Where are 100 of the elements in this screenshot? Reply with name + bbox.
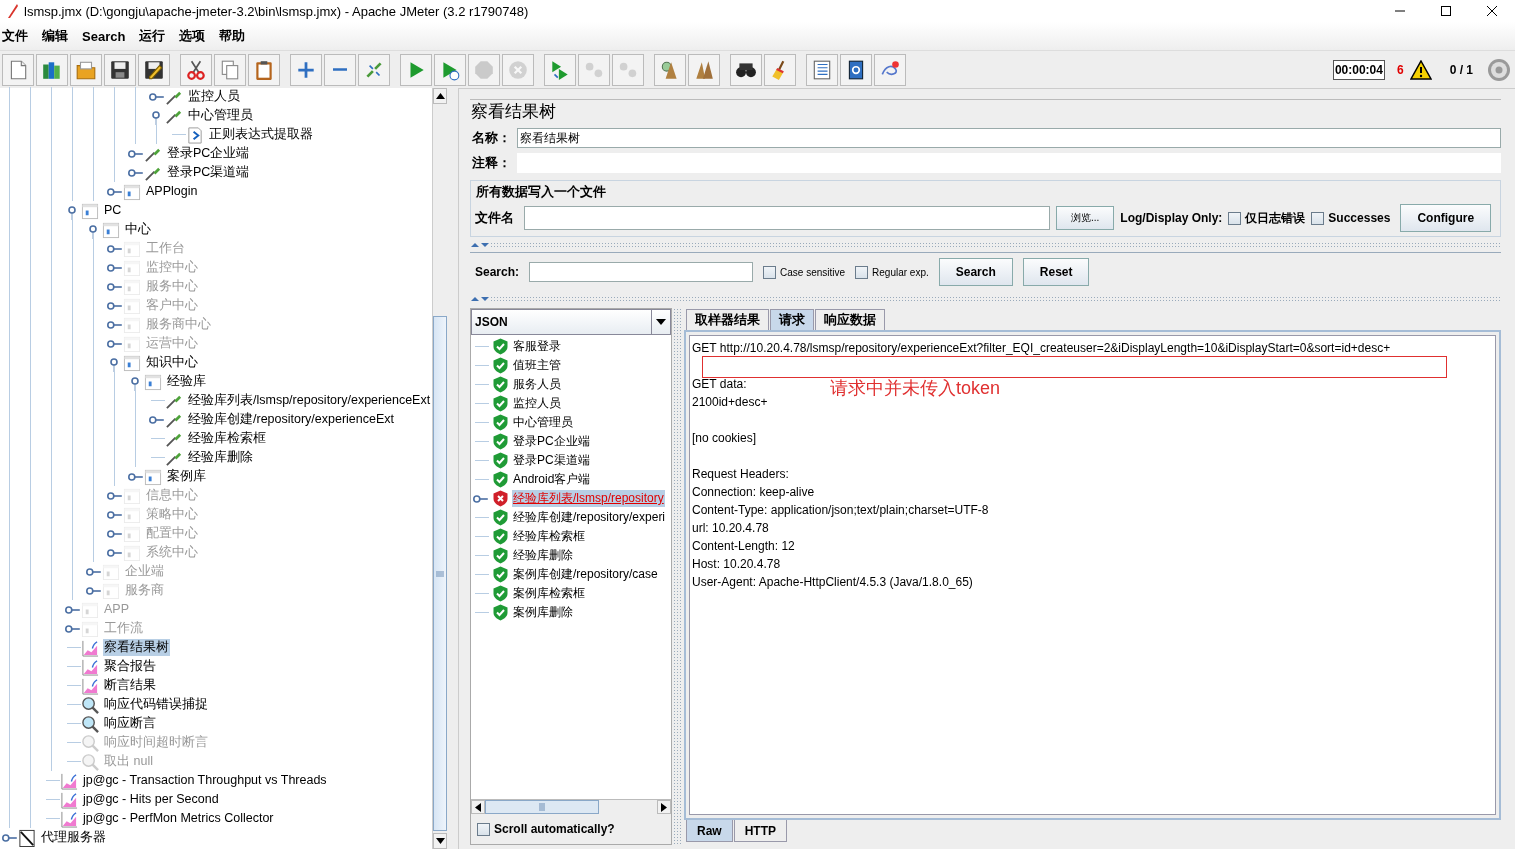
- result-item[interactable]: 登录PC渠道端: [512, 452, 591, 469]
- menu-item[interactable]: 文件: [2, 27, 28, 45]
- collapsed-handle-icon[interactable]: [107, 187, 122, 196]
- result-item[interactable]: 登录PC企业端: [512, 433, 591, 450]
- search-button[interactable]: Search: [938, 258, 1013, 286]
- filename-field[interactable]: [524, 206, 1050, 230]
- tree-item[interactable]: PC: [103, 202, 123, 219]
- result-item[interactable]: 经验库检索框: [512, 528, 586, 545]
- text-line: url: 10.20.4.78: [692, 520, 769, 537]
- tree-item[interactable]: 中心管理员: [187, 107, 254, 124]
- tree-item[interactable]: 经验库删除: [187, 449, 254, 466]
- expanded-handle-icon[interactable]: [68, 206, 76, 220]
- collapsed-handle-icon[interactable]: [128, 168, 143, 177]
- paste-button[interactable]: [248, 53, 280, 86]
- tree-item[interactable]: APPlogin: [145, 183, 199, 200]
- templates-button[interactable]: [36, 53, 68, 86]
- collapsed-handle-icon[interactable]: [128, 149, 143, 158]
- tree-item[interactable]: jp@gc - PerfMon Metrics Collector: [82, 810, 275, 827]
- tree-item[interactable]: jp@gc - Hits per Second: [82, 791, 220, 808]
- result-item[interactable]: 客服登录: [512, 338, 562, 355]
- tree-item[interactable]: jp@gc - Transaction Throughput vs Threads: [82, 772, 328, 789]
- expanded-handle-icon[interactable]: [89, 225, 97, 239]
- result-item[interactable]: 服务人员: [512, 376, 562, 393]
- cut-button[interactable]: [180, 53, 212, 86]
- collapsed-handle-icon[interactable]: [473, 494, 488, 503]
- toggle-button[interactable]: [358, 53, 390, 86]
- start-no-pauses-button[interactable]: [434, 53, 466, 86]
- result-item[interactable]: 案例库创建/repository/case: [512, 566, 659, 583]
- menu-item[interactable]: 帮助: [219, 27, 246, 45]
- expanded-handle-icon[interactable]: [152, 111, 160, 125]
- tree-item[interactable]: 经验库检索框: [187, 430, 267, 447]
- menu-item[interactable]: 选项: [179, 27, 206, 45]
- tree-item[interactable]: 经验库列表/lsmsp/repository/experienceExt: [187, 392, 432, 409]
- configure-button[interactable]: Configure: [1400, 204, 1492, 232]
- tree-item[interactable]: 监控人员: [187, 88, 241, 105]
- tab[interactable]: 响应数据: [815, 309, 885, 330]
- new-button[interactable]: [2, 53, 34, 86]
- result-item[interactable]: 经验库删除: [512, 547, 574, 564]
- expanded-handle-icon[interactable]: [110, 358, 118, 372]
- collapsed-handle-icon[interactable]: [128, 472, 143, 481]
- start-button[interactable]: [400, 53, 432, 86]
- result-item[interactable]: 经验库创建/repository/experi: [512, 509, 667, 526]
- tree-item[interactable]: 登录PC渠道端: [166, 164, 251, 181]
- tree-item[interactable]: 案例库: [166, 468, 207, 485]
- collapse-button[interactable]: [324, 53, 356, 86]
- tab[interactable]: 取样器结果: [686, 309, 769, 330]
- expanded-handle-icon[interactable]: [131, 377, 139, 391]
- tree-item[interactable]: 响应代码错误捕捉: [103, 696, 209, 713]
- scroll-thumb[interactable]: [433, 316, 447, 831]
- checkbox[interactable]: [1228, 211, 1242, 225]
- tree-item[interactable]: 察看结果树: [103, 639, 170, 656]
- result-item[interactable]: 案例库检索框: [512, 585, 586, 602]
- renderer-dropdown[interactable]: JSON: [471, 309, 671, 335]
- tree-item[interactable]: 知识中心: [145, 354, 199, 371]
- clear-all-button[interactable]: [688, 53, 720, 86]
- menu-item[interactable]: Search: [82, 28, 126, 44]
- collapsed-handle-icon[interactable]: [149, 415, 164, 424]
- reset-button[interactable]: Reset: [1022, 258, 1090, 286]
- checkbox[interactable]: [763, 265, 777, 279]
- clear-button[interactable]: [654, 53, 686, 86]
- checkbox[interactable]: [477, 822, 490, 836]
- collapsed-handle-icon[interactable]: [2, 833, 17, 842]
- remote-start-button[interactable]: [544, 53, 576, 86]
- menu-item[interactable]: 运行: [139, 27, 166, 45]
- log-button[interactable]: [874, 53, 906, 86]
- checkbox[interactable]: [855, 265, 869, 279]
- copy-button[interactable]: [214, 53, 246, 86]
- result-item[interactable]: 监控人员: [512, 395, 562, 412]
- tree-item[interactable]: 正则表达式提取器: [208, 126, 314, 143]
- scroll-thumb[interactable]: [485, 800, 599, 814]
- scrollbar[interactable]: [471, 799, 671, 814]
- reset-search-button[interactable]: [764, 53, 796, 86]
- tab[interactable]: HTTP: [733, 820, 788, 842]
- scrollbar[interactable]: [432, 88, 447, 849]
- search-button[interactable]: [730, 53, 762, 86]
- result-item[interactable]: 中心管理员: [512, 414, 574, 431]
- result-item[interactable]: 案例库删除: [512, 604, 574, 621]
- function-helper-button[interactable]: [806, 53, 838, 86]
- tree-item[interactable]: 经验库创建/repository/experienceExt: [187, 411, 396, 428]
- tab[interactable]: Raw: [686, 820, 733, 842]
- tree-item[interactable]: 聚合报告: [103, 658, 157, 675]
- result-item[interactable]: 值班主管: [512, 357, 562, 374]
- tree-item[interactable]: 中心: [124, 221, 152, 238]
- help-button[interactable]: [840, 53, 872, 86]
- browse-button[interactable]: 浏览...: [1056, 206, 1115, 230]
- tree-item[interactable]: 响应断言: [103, 715, 157, 732]
- tree-item[interactable]: 代理服务器: [40, 829, 107, 846]
- checkbox[interactable]: [1311, 211, 1325, 225]
- expand-button[interactable]: [290, 53, 322, 86]
- result-item[interactable]: Android客户端: [512, 471, 592, 488]
- name-field[interactable]: 察看结果树: [517, 128, 1501, 148]
- collapsed-handle-icon[interactable]: [149, 92, 164, 101]
- save-as-button[interactable]: [138, 53, 170, 86]
- tree-item[interactable]: 经验库: [166, 373, 207, 390]
- tree-item[interactable]: 登录PC企业端: [166, 145, 251, 162]
- tree-item[interactable]: 断言结果: [103, 677, 157, 694]
- tab[interactable]: 请求: [770, 309, 814, 330]
- save-button[interactable]: [104, 53, 136, 86]
- menu-item[interactable]: 编辑: [42, 27, 68, 45]
- search-field[interactable]: [529, 262, 754, 282]
